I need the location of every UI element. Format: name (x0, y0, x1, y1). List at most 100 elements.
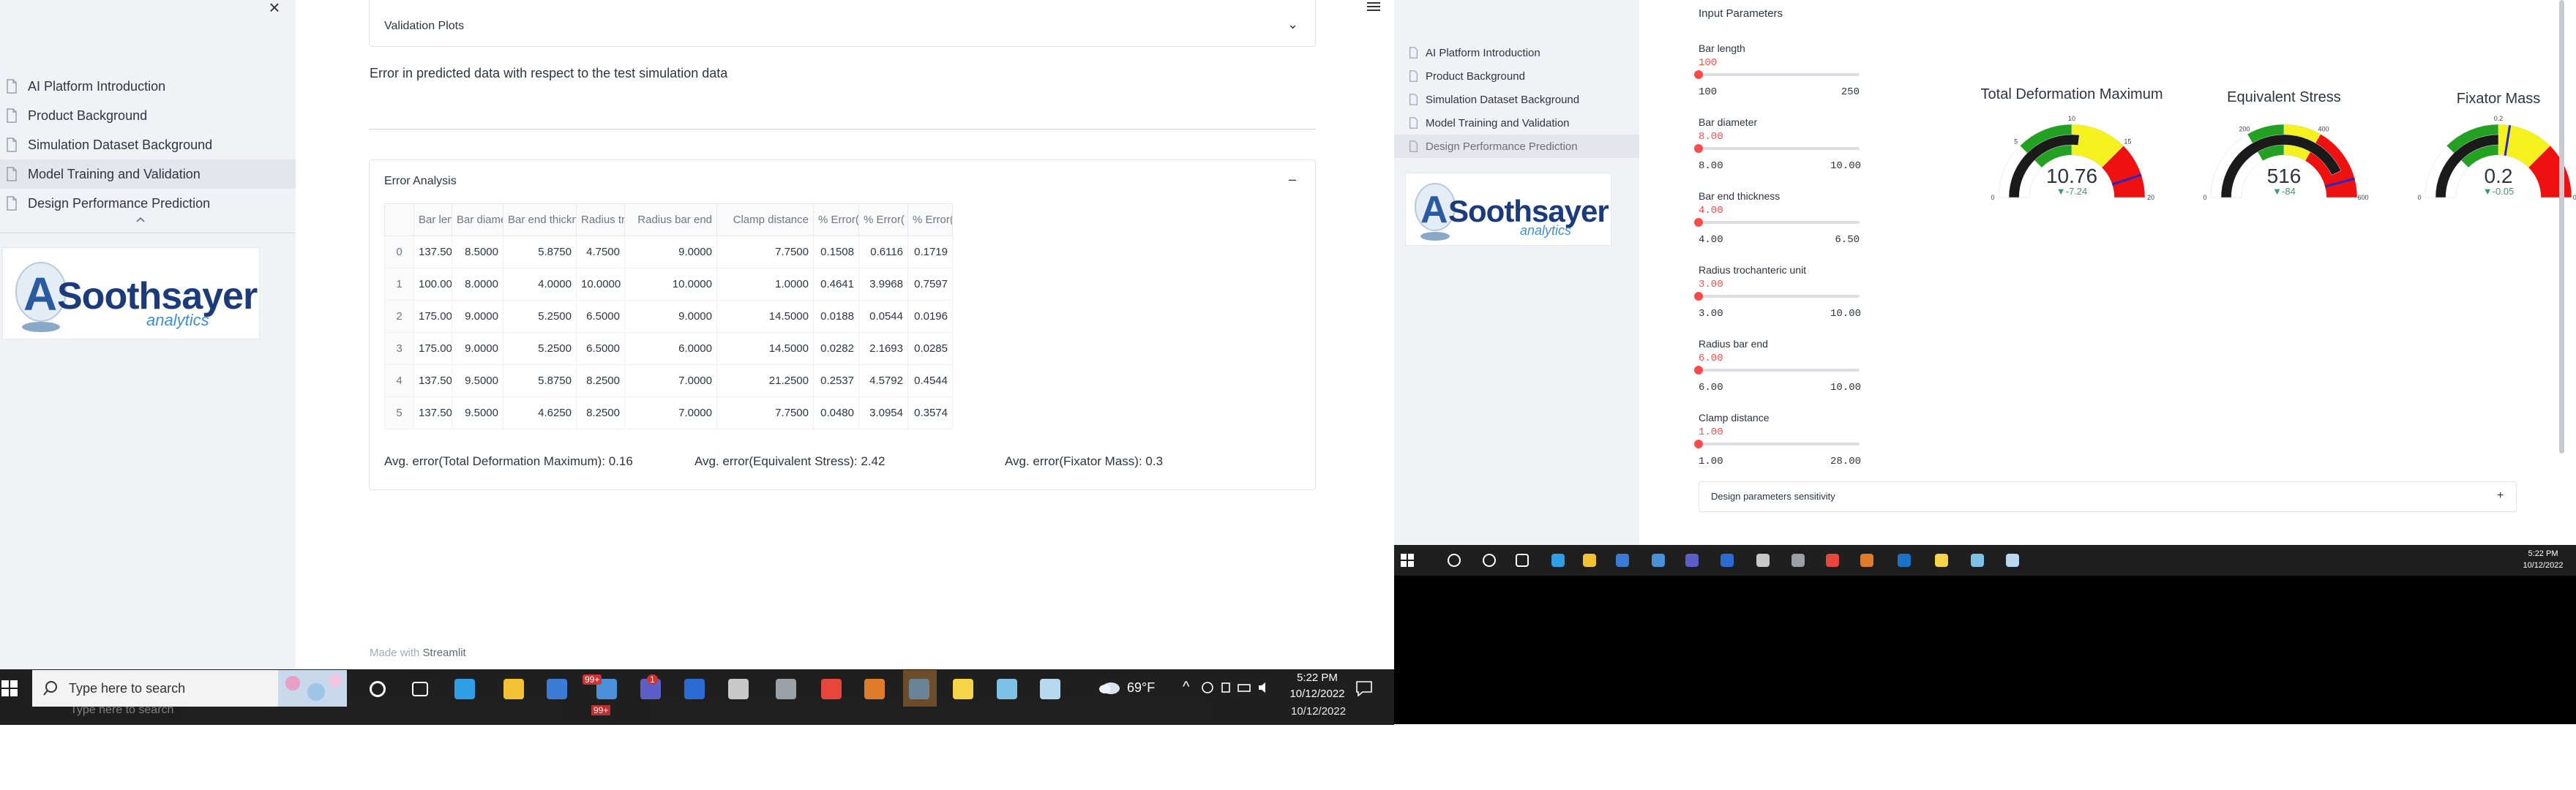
chrome-icon[interactable] (1826, 554, 1839, 567)
table-cell[interactable]: 0.0480 (813, 396, 859, 429)
column-header[interactable]: Clamp distance (716, 203, 814, 236)
chevron-down-icon[interactable]: ⌄ (1287, 17, 1298, 32)
app-icon[interactable] (2006, 554, 2019, 567)
sensitivity-expander[interactable]: Design parameters sensitivity + (1699, 481, 2517, 512)
slider-track[interactable] (1699, 221, 1860, 224)
table-cell[interactable]: 2.1693 (858, 332, 908, 365)
sidebar-item-product-background[interactable]: Product Background (0, 101, 296, 130)
table-cell[interactable]: 3.9968 (858, 268, 908, 301)
outlook-icon[interactable] (1898, 554, 1911, 567)
matlab-icon[interactable] (864, 679, 885, 699)
chrome-icon[interactable] (821, 679, 842, 699)
table-cell[interactable]: 0.0188 (813, 300, 859, 333)
app-icon[interactable] (1040, 679, 1060, 699)
sidebar-item-ai-platform[interactable]: AI Platform Introduction (0, 72, 296, 101)
table-cell[interactable]: 8.5000 (452, 236, 503, 268)
windows-start-icon[interactable] (1400, 553, 1415, 568)
table-cell[interactable]: 7.7500 (716, 236, 814, 268)
sidebar-item-design-performance[interactable]: Design Performance Prediction (0, 189, 296, 218)
streamlit-link[interactable]: Streamlit (423, 647, 466, 659)
table-cell[interactable]: 7.0000 (624, 364, 717, 397)
table-cell[interactable]: 0.1719 (907, 236, 953, 268)
table-cell[interactable]: 7.0000 (624, 396, 717, 429)
chevron-up-icon[interactable] (135, 216, 146, 223)
table-cell[interactable]: 5.8750 (503, 236, 577, 268)
table-cell[interactable]: 4.0000 (503, 268, 577, 301)
row-index[interactable]: 2 (384, 300, 414, 333)
table-cell[interactable]: 3.0954 (858, 396, 908, 429)
hamburger-menu-icon[interactable] (1367, 1, 1380, 12)
table-cell[interactable]: 137.5000 (413, 364, 452, 397)
sidebar-item-product-background[interactable]: Product Background (1394, 64, 1639, 88)
column-header[interactable]: Bar length (413, 203, 452, 236)
expand-icon[interactable]: + (2497, 489, 2504, 503)
search-icon[interactable] (1448, 554, 1461, 567)
cortana-icon[interactable] (370, 681, 386, 697)
table-cell[interactable]: 0.0196 (907, 300, 953, 333)
table-cell[interactable]: 9.0000 (452, 300, 503, 333)
table-cell[interactable]: 4.7500 (576, 236, 625, 268)
taskbar-search-box[interactable]: Type here to search (32, 670, 347, 707)
slider-track[interactable] (1699, 147, 1860, 150)
table-cell[interactable]: 14.5000 (716, 332, 814, 365)
column-header[interactable]: Radius tr (576, 203, 625, 236)
close-sidebar-button[interactable]: × (263, 0, 285, 17)
column-header[interactable]: % Error( (907, 203, 953, 236)
table-cell[interactable]: 0.0544 (858, 300, 908, 333)
file-explorer-icon[interactable] (1583, 554, 1596, 567)
slider-thumb[interactable] (1694, 218, 1703, 227)
collapse-icon[interactable]: – (1289, 172, 1296, 187)
row-index[interactable]: 0 (384, 236, 414, 268)
notes-icon[interactable] (1971, 554, 1984, 567)
slider-track[interactable] (1699, 295, 1860, 298)
table-cell[interactable]: 1.0000 (716, 268, 814, 301)
table-cell[interactable]: 6.0000 (624, 332, 717, 365)
terminal-icon[interactable] (776, 679, 796, 699)
table-cell[interactable]: 8.2500 (576, 364, 625, 397)
table-cell[interactable]: 9.0000 (624, 300, 717, 333)
table-cell[interactable]: 5.2500 (503, 332, 577, 365)
sidebar-item-simulation-dataset[interactable]: Simulation Dataset Background (1394, 88, 1639, 111)
table-cell[interactable]: 7.7500 (716, 396, 814, 429)
edge-icon[interactable] (454, 679, 475, 699)
table-row[interactable]: 3175.00009.00005.25006.50006.000014.5000… (384, 332, 953, 365)
task-view-icon[interactable] (1516, 554, 1529, 567)
table-cell[interactable]: 0.4544 (907, 364, 953, 397)
table-cell[interactable]: 0.1508 (813, 236, 859, 268)
slider-thumb[interactable] (1694, 292, 1703, 301)
settings-icon[interactable] (728, 679, 749, 699)
table-cell[interactable]: 175.0000 (413, 300, 452, 333)
column-header[interactable]: Radius bar end (624, 203, 717, 236)
column-header[interactable]: Bar end thickness (503, 203, 577, 236)
slider-thumb[interactable] (1694, 70, 1703, 79)
table-cell[interactable]: 0.0285 (907, 332, 953, 365)
slider-track[interactable] (1699, 369, 1860, 372)
table-row[interactable]: 1100.00008.00004.000010.000010.00001.000… (384, 268, 953, 301)
file-explorer-icon[interactable] (503, 679, 524, 699)
table-cell[interactable]: 4.5792 (858, 364, 908, 397)
word-icon[interactable] (1721, 554, 1734, 567)
settings-icon[interactable] (1756, 554, 1770, 567)
windows-start-icon[interactable] (0, 679, 19, 698)
row-index[interactable]: 3 (384, 332, 414, 365)
column-header[interactable]: % Error( (858, 203, 908, 236)
error-analysis-title[interactable]: Error Analysis (384, 175, 457, 188)
notes-icon[interactable] (997, 679, 1017, 699)
slider-thumb[interactable] (1694, 144, 1703, 153)
system-tray-icons[interactable] (1200, 680, 1273, 695)
table-cell[interactable]: 10.0000 (576, 268, 625, 301)
cortana-icon[interactable] (1483, 554, 1496, 567)
python-icon[interactable] (953, 679, 973, 699)
sidebar-item-model-training[interactable]: Model Training and Validation (0, 159, 296, 189)
table-cell[interactable]: 6.5000 (576, 332, 625, 365)
table-row[interactable]: 4137.50009.50005.87508.25007.000021.2500… (384, 364, 953, 397)
taskbar-clock[interactable]: 5:22 PM 10/12/2022 (2514, 548, 2572, 571)
table-cell[interactable]: 9.0000 (624, 236, 717, 268)
table-cell[interactable]: 0.2537 (813, 364, 859, 397)
row-index[interactable]: 5 (384, 396, 414, 429)
table-row[interactable]: 2175.00009.00005.25006.50009.000014.5000… (384, 300, 953, 333)
sidebar-item-ai-platform[interactable]: AI Platform Introduction (1394, 41, 1639, 64)
task-view-icon[interactable] (412, 682, 428, 696)
table-cell[interactable]: 9.5000 (452, 396, 503, 429)
table-cell[interactable]: 0.3574 (907, 396, 953, 429)
